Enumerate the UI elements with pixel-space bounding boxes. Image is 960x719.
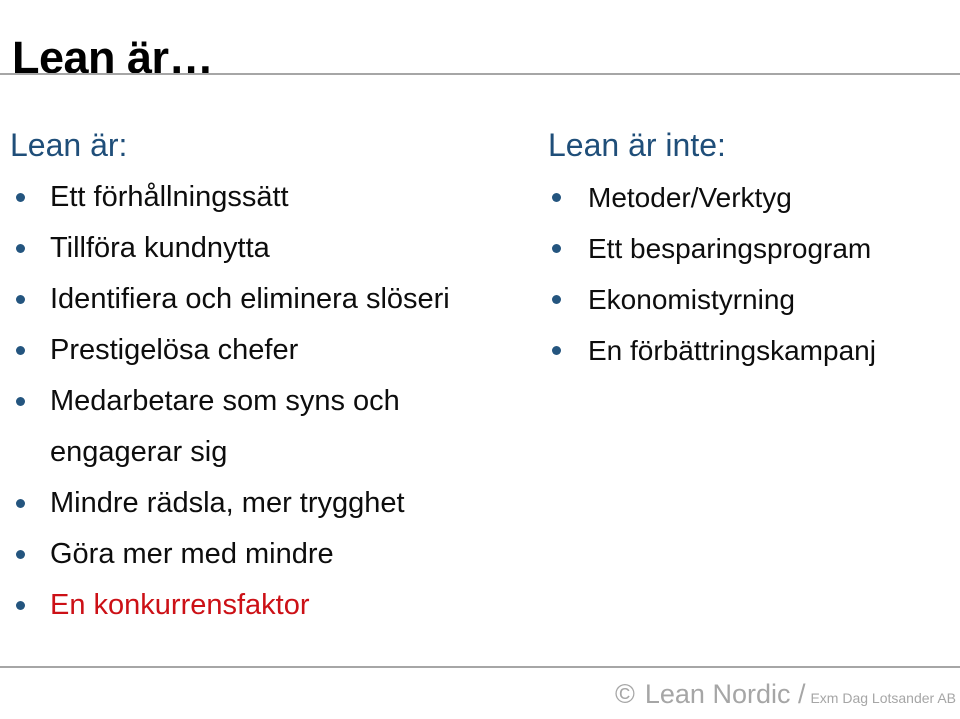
bullet-dot-icon (16, 244, 25, 253)
bullet-dot-icon (552, 346, 561, 355)
list-item: Göra mer med mindre (8, 529, 520, 580)
slide: Lean är… Lean är: Ett förhållningssätt T… (0, 0, 960, 719)
list-item: Ett förhållningssätt (8, 172, 520, 223)
list-item-label: En förbättringskampanj (588, 335, 876, 366)
list-item-label: Metoder/Verktyg (588, 182, 792, 213)
footer-brand: Lean Nordic / (644, 679, 806, 709)
footer: © Lean Nordic / Exm Dag Lotsander AB (615, 678, 956, 714)
bullet-dot-icon (16, 346, 25, 355)
list-item-label: Göra mer med mindre (50, 538, 334, 570)
page-title: Lean är… (12, 32, 214, 84)
list-item-label: En konkurrensfaktor (50, 589, 310, 621)
bullet-dot-icon (16, 193, 25, 202)
bullet-dot-icon (552, 193, 561, 202)
bullet-dot-icon (16, 550, 25, 559)
bullet-dot-icon (16, 601, 25, 610)
bullet-dot-icon (16, 499, 25, 508)
list-item-label: Ett förhållningssätt (50, 181, 289, 213)
list-item-label: Tillföra kundnytta (50, 232, 270, 264)
bullet-dot-icon (16, 295, 25, 304)
right-column: Lean är inte: Metoder/Verktyg Ett bespar… (546, 126, 956, 376)
list-item-label: Medarbetare som syns och engagerar sig (50, 385, 400, 468)
list-item: Metoder/Verktyg (546, 172, 956, 223)
bullet-dot-icon (552, 295, 561, 304)
title-divider (0, 73, 960, 75)
bullet-dot-icon (552, 244, 561, 253)
footer-divider (0, 666, 960, 668)
copyright-icon: © (614, 679, 635, 709)
footer-legal: Exm Dag Lotsander AB (810, 690, 956, 706)
list-item-label: Identifiera och eliminera slöseri (50, 283, 450, 315)
list-item-label: Ekonomistyrning (588, 284, 795, 315)
left-column-heading: Lean är: (10, 127, 128, 163)
list-item-label: Mindre rädsla, mer trygghet (50, 487, 405, 519)
right-column-heading: Lean är inte: (548, 127, 726, 163)
list-item-highlighted: En konkurrensfaktor (8, 580, 520, 631)
list-item: Ekonomistyrning (546, 274, 956, 325)
bullet-dot-icon (16, 397, 25, 406)
left-column: Lean är: Ett förhållningssätt Tillföra k… (8, 126, 520, 631)
list-item: Prestigelösa chefer (8, 325, 520, 376)
list-item: Medarbetare som syns och engagerar sig (8, 376, 520, 478)
left-bullet-list: Ett förhållningssätt Tillföra kundnytta … (8, 172, 520, 631)
list-item: Mindre rädsla, mer trygghet (8, 478, 520, 529)
list-item-label: Ett besparingsprogram (588, 233, 872, 264)
list-item: Ett besparingsprogram (546, 223, 956, 274)
list-item: Tillföra kundnytta (8, 223, 520, 274)
list-item: En förbättringskampanj (546, 325, 956, 376)
list-item-label: Prestigelösa chefer (50, 334, 299, 366)
list-item: Identifiera och eliminera slöseri (8, 274, 520, 325)
right-bullet-list: Metoder/Verktyg Ett besparingsprogram Ek… (546, 172, 956, 376)
